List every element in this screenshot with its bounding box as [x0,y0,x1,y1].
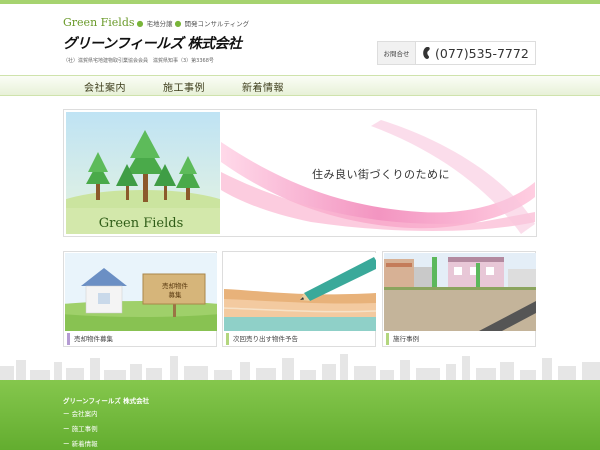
card-caption: 売却物件募集 [67,333,113,345]
contact-label: お問合せ [378,42,416,64]
footer-company-name: グリーンフィールズ 株式会社 [63,397,150,405]
sign-line-2: 募集 [168,291,182,299]
logo-en-text: Green Fields [63,16,135,29]
main-nav: 会社案内 施工事例 新着情報 [0,75,600,96]
banner-message: 住み良い街づくりのために [312,168,450,181]
phone-icon [423,47,430,59]
phone-number[interactable]: (077)535-7772 [435,46,529,61]
contact-box[interactable]: お問合せ (077)535-7772 [377,41,536,65]
footer-link-news[interactable]: ー 新着情報 [63,438,98,448]
card-caption: 施行事例 [386,333,419,345]
banner-brand: Green Fields [98,216,184,231]
site-footer: グリーンフィールズ 株式会社 ー 会社案内 ー 施工事例 ー 新着情報 [0,380,600,450]
nav-item-company[interactable]: 会社案内 [84,79,126,94]
bullet-icon: ● [174,19,182,28]
pencil-illustration [224,253,376,331]
license-text: （社）滋賀県宅地建物取引業協会会員 滋賀県知事（3）第3368号 [63,58,214,64]
nav-item-news[interactable]: 新着情報 [242,79,284,94]
card-works[interactable]: 施行事例 [382,251,536,347]
nav-item-works[interactable]: 施工事例 [163,79,205,94]
tagline-2: 開発コンサルティング [184,20,250,28]
footer-link-works[interactable]: ー 施工事例 [63,423,98,433]
bullet-icon: ● [136,19,144,28]
card-sale-recruit[interactable]: 売却物件 募集 売却物件募集 [63,251,217,347]
footer-link-company[interactable]: ー 会社案内 [63,408,98,418]
card-caption: 次回売り出す物件予告 [226,333,298,345]
tagline-1: 宅地分譲 [146,20,173,28]
site-header: Green Fields ● 宅地分譲 ● 開発コンサルティング グリーンフィールズ 株… [0,4,600,74]
hero-banner: Green Fields 住み良い街づくりのために [63,109,537,237]
site-photo-illustration [384,253,536,331]
site-logo[interactable]: Green Fields ● 宅地分譲 ● 開発コンサルティング [63,16,249,29]
company-name[interactable]: グリーンフィールズ 株式会社 [63,33,242,53]
card-upcoming[interactable]: 次回売り出す物件予告 [222,251,376,347]
city-skyline-decoration [0,354,600,380]
